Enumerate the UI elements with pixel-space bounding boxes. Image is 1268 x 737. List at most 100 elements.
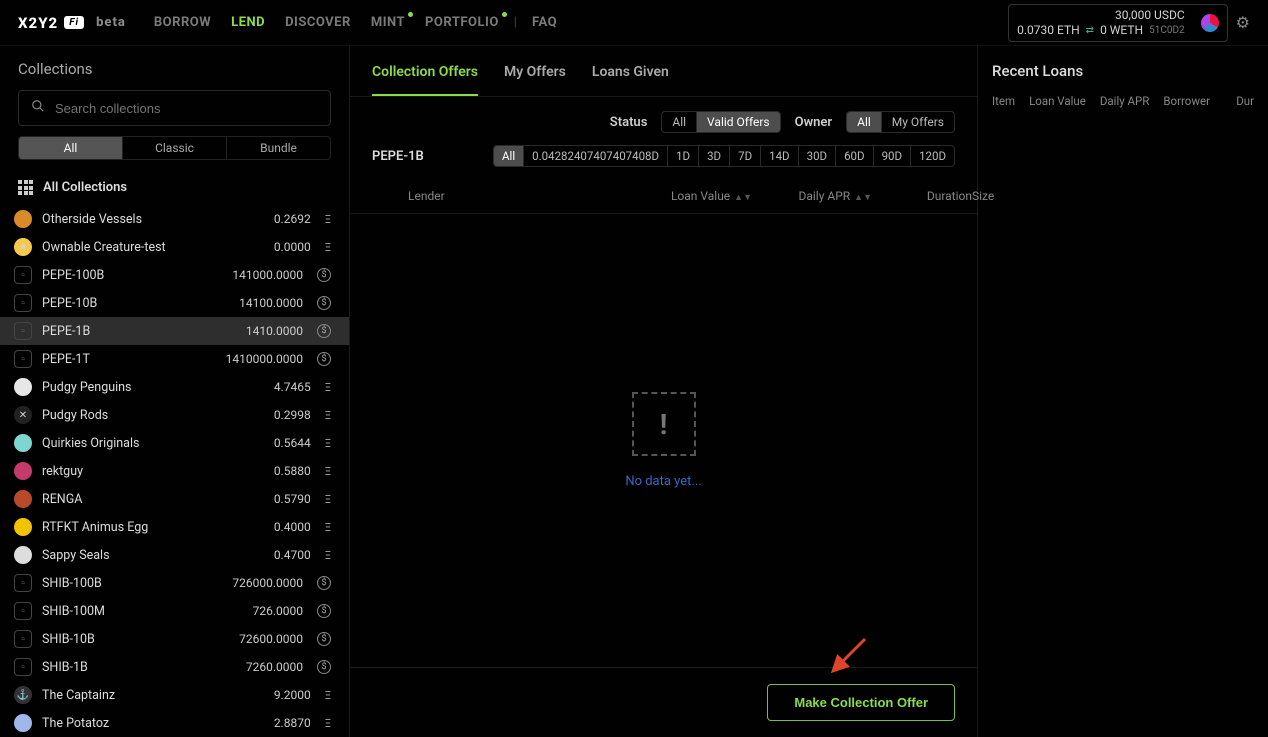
sidebar: Collections All Classic Bundle All Colle… [0,46,350,737]
search-box[interactable] [18,90,331,126]
collection-name: Sappy Seals [42,548,264,563]
owner-mine[interactable]: My Offers [881,112,954,132]
collection-row[interactable]: Quirkies Originals0.5644Ξ [0,429,349,457]
collection-row[interactable]: Pudgy Penguins4.7465Ξ [0,373,349,401]
eth-icon: Ξ [325,493,331,506]
all-collections-label: All Collections [43,180,127,195]
eth-icon: Ξ [325,213,331,226]
col-lender: Lender [372,189,572,203]
collection-row[interactable]: Sappy Seals0.4700Ξ [0,541,349,569]
collection-value: 726.0000 [253,604,303,618]
collection-name: PEPE-10B [42,296,229,311]
nav-mint[interactable]: MINT [371,15,405,30]
usd-icon: $ [317,324,331,338]
center-panel: Collection Offers My Offers Loans Given … [350,46,978,737]
settings-gear-icon[interactable]: ⚙ [1236,13,1250,32]
collection-row[interactable]: ▫SHIB-10B72600.0000$ [0,625,349,653]
collection-value: 0.5880 [274,464,311,478]
wallet-avatar-icon [1201,14,1219,32]
collection-row[interactable]: ▫PEPE-1T1410000.0000$ [0,345,349,373]
empty-text: No data yet... [625,474,701,489]
collection-icon: ▫ [14,574,32,592]
tab-my-offers[interactable]: My Offers [504,64,566,96]
collection-value: 14100.0000 [239,296,303,310]
col-daily-apr[interactable]: Daily APR▲▼ [752,189,872,203]
collection-name: Otherside Vessels [42,212,264,227]
logo[interactable]: X2Y2 Fi beta [18,14,126,32]
duration-120d[interactable]: 120D [910,146,954,166]
collection-value: 0.2692 [274,212,311,226]
collection-row[interactable]: ★Ownable Creature-test0.0000Ξ [0,233,349,261]
duration-14d[interactable]: 14D [760,146,797,166]
selected-collection-name: PEPE-1B [372,149,424,164]
nav-borrow[interactable]: BORROW [154,15,211,30]
nav-lend[interactable]: LEND [231,15,265,30]
collection-row[interactable]: RTFKT Animus Egg0.4000Ξ [0,513,349,541]
collection-name: SHIB-100B [42,576,222,591]
col-loan-value[interactable]: Loan Value▲▼ [572,189,752,203]
collection-row[interactable]: ⚓The Captainz9.2000Ξ [0,681,349,709]
collection-value: 0.5790 [274,492,311,506]
nav-faq[interactable]: FAQ [532,15,557,30]
collection-row[interactable]: RENGA 0.5790 Ξ [0,485,349,513]
wallet-box[interactable]: 30,000 USDC 0.0730 ETH ⇄ 0 WETH 51C0D2 [1008,4,1228,42]
collection-row[interactable]: The Potatoz2.8870Ξ [0,709,349,737]
nav-separator: | [514,15,517,30]
duration-30d[interactable]: 30D [798,146,835,166]
collection-row[interactable]: ▫PEPE-100B141000.0000$ [0,261,349,289]
collection-value: 72600.0000 [239,632,303,646]
collection-icon [14,546,32,564]
duration-60d[interactable]: 60D [835,146,872,166]
collections-list[interactable]: Otherside Vessels 0.2692 Ξ ★Ownable Creatur… [0,205,349,737]
eth-icon: Ξ [325,465,331,478]
nav-portfolio[interactable]: PORTFOLIO [425,15,499,30]
collection-value: 0.5644 [274,436,311,450]
usd-icon: $ [317,660,331,674]
lend-tabs: Collection Offers My Offers Loans Given [350,46,977,97]
eth-icon: Ξ [325,381,331,394]
top-header: X2Y2 Fi beta BORROW LEND DISCOVER MINT P… [0,0,1268,46]
collection-name: PEPE-100B [42,268,222,283]
collection-row[interactable]: ▫SHIB-100M726.0000$ [0,597,349,625]
all-collections-row[interactable]: All Collections [0,170,349,205]
duration-7d[interactable]: 7D [729,146,760,166]
segment-classic[interactable]: Classic [122,137,226,159]
recent-loans-panel: Recent Loans Item Loan Value Daily APR B… [978,46,1268,737]
col-duration: Duration [872,189,972,203]
eth-icon: Ξ [325,521,331,534]
collection-name: PEPE-1T [42,352,216,367]
wallet-weth: 0 WETH [1100,23,1143,38]
segment-bundle[interactable]: Bundle [226,137,330,159]
duration-90d[interactable]: 90D [873,146,910,166]
collection-name: RENGA [42,492,264,507]
collection-name: Pudgy Penguins [42,380,264,395]
collection-row[interactable]: rektguy0.5880Ξ [0,457,349,485]
collection-icon: ▫ [14,602,32,620]
nav-discover[interactable]: DISCOVER [285,15,351,30]
duration-custom[interactable]: 0.04282407407407408D [523,146,667,166]
collection-row[interactable]: ✕Pudgy Rods0.2998Ξ [0,401,349,429]
owner-all[interactable]: All [847,112,881,132]
bottom-bar: Make Collection Offer [350,667,977,737]
status-all[interactable]: All [662,112,696,132]
collection-row[interactable]: ▫PEPE-1B1410.0000$ [0,317,349,345]
duration-1d[interactable]: 1D [667,146,698,166]
duration-3d[interactable]: 3D [698,146,729,166]
collection-row[interactable]: ▫SHIB-100B726000.0000$ [0,569,349,597]
segment-all[interactable]: All [19,137,122,159]
tab-loans-given[interactable]: Loans Given [592,64,669,96]
collection-row[interactable]: ▫PEPE-10B14100.0000$ [0,289,349,317]
collection-row[interactable]: ▫SHIB-1B7260.0000$ [0,653,349,681]
col-size: Size [972,189,994,203]
collection-row[interactable]: Otherside Vessels 0.2692 Ξ [0,205,349,233]
make-collection-offer-button[interactable]: Make Collection Offer [767,684,955,721]
collection-name: Ownable Creature-test [42,240,264,255]
eth-icon: Ξ [325,409,331,422]
search-input[interactable] [55,101,318,116]
duration-all[interactable]: All [494,146,523,166]
collection-name: SHIB-1B [42,660,236,675]
status-valid[interactable]: Valid Offers [696,112,780,132]
collection-icon [14,714,32,732]
tab-collection-offers[interactable]: Collection Offers [372,64,478,96]
owner-label: Owner [795,115,833,130]
